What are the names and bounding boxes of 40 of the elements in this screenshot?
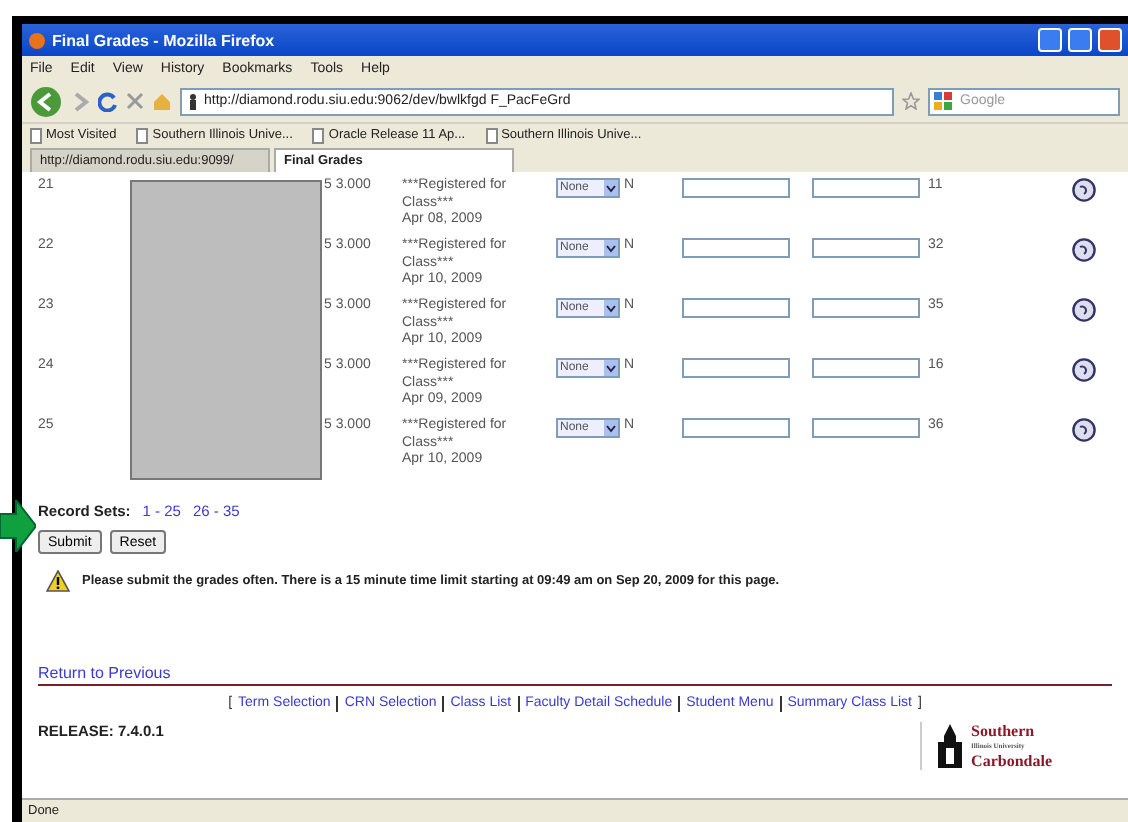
input-field[interactable] bbox=[682, 358, 790, 378]
tower-icon bbox=[933, 724, 966, 768]
person-icon bbox=[188, 93, 198, 109]
star-icon[interactable] bbox=[902, 92, 920, 110]
circle-icon[interactable] bbox=[1072, 418, 1096, 442]
dropdown-arrow-icon bbox=[604, 420, 618, 436]
page-icon bbox=[136, 127, 149, 143]
input-field[interactable] bbox=[682, 178, 790, 198]
page-icon bbox=[485, 127, 498, 143]
stop-icon[interactable] bbox=[126, 92, 144, 110]
input-field[interactable] bbox=[812, 358, 920, 378]
circle-icon[interactable] bbox=[1072, 298, 1096, 322]
dropdown-arrow-icon bbox=[604, 300, 618, 316]
return-link[interactable]: Return to Previous bbox=[38, 664, 171, 682]
minimize-button[interactable] bbox=[1038, 28, 1062, 52]
maximize-button[interactable] bbox=[1068, 28, 1092, 52]
input-field[interactable] bbox=[812, 298, 920, 318]
dropdown-arrow-icon bbox=[604, 180, 618, 196]
circle-icon[interactable] bbox=[1072, 238, 1096, 262]
home-icon[interactable] bbox=[152, 91, 172, 111]
circle-icon[interactable] bbox=[1072, 358, 1096, 382]
input-field[interactable] bbox=[812, 178, 920, 198]
input-field[interactable] bbox=[682, 418, 790, 438]
page-icon bbox=[312, 127, 325, 143]
page-icon bbox=[30, 127, 42, 143]
window-title: Final Grades - Mozilla Firefox bbox=[52, 31, 277, 49]
circle-icon[interactable] bbox=[1072, 178, 1096, 202]
input-field[interactable] bbox=[682, 298, 790, 318]
dropdown-arrow-icon bbox=[604, 360, 618, 376]
input-field[interactable] bbox=[812, 418, 920, 438]
close-button[interactable] bbox=[1098, 28, 1122, 52]
input-field[interactable] bbox=[812, 238, 920, 258]
search-engine-icon bbox=[934, 92, 954, 110]
input-field[interactable] bbox=[682, 238, 790, 258]
arrow-icon bbox=[0, 500, 36, 552]
browser-logo-icon bbox=[28, 31, 46, 49]
warning-icon bbox=[46, 570, 70, 592]
dropdown-arrow-icon bbox=[604, 240, 618, 256]
reload-icon[interactable] bbox=[98, 91, 118, 111]
back-button[interactable] bbox=[30, 85, 62, 117]
